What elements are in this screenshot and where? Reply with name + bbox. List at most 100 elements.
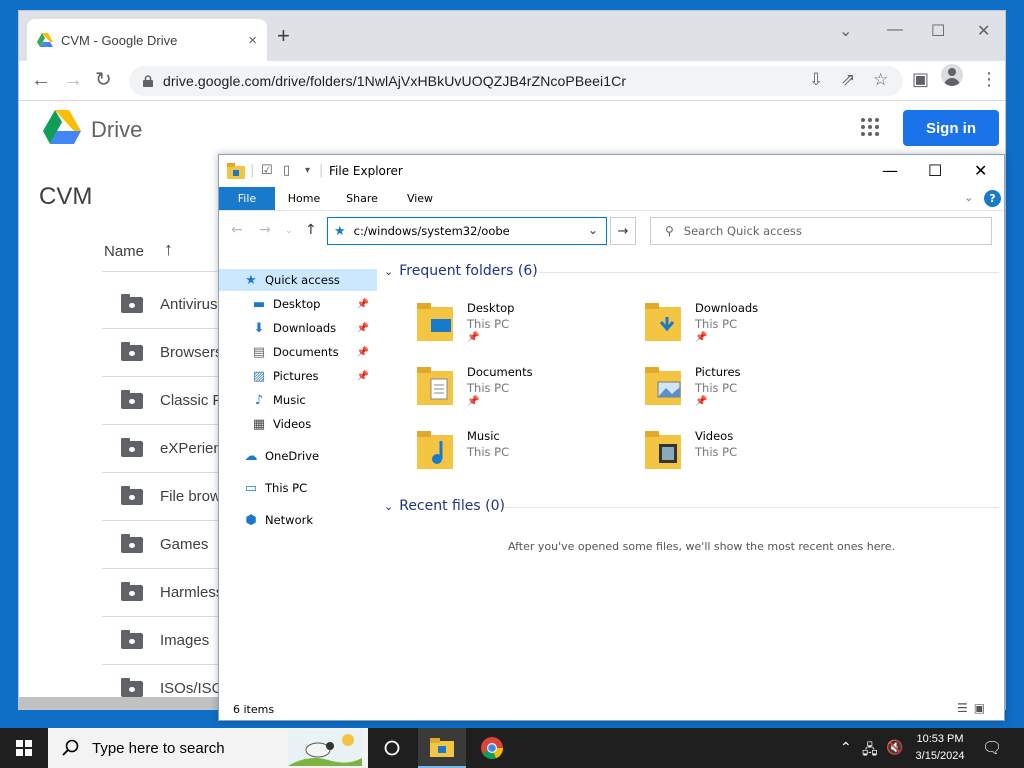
drive-folder-row[interactable]: Harmless <box>102 569 223 617</box>
network-icon: ⬢ <box>245 512 257 528</box>
forward-icon[interactable]: → <box>63 69 83 91</box>
browser-tab[interactable]: CVM - Google Drive × <box>27 19 267 61</box>
taskbar-file-explorer[interactable] <box>418 728 466 768</box>
address-text[interactable]: c:/windows/system32/oobe <box>354 224 510 238</box>
tab-file[interactable]: File <box>219 187 275 210</box>
expand-ribbon-icon[interactable]: ⌄ <box>964 191 973 204</box>
view-mode-buttons: ☰▣ <box>957 701 991 715</box>
explorer-address-field[interactable]: ★ c:/windows/system32/oobe ⌄ <box>327 217 607 245</box>
collapse-chevron-icon: ⌄ <box>384 499 394 513</box>
go-arrow-icon[interactable]: → <box>610 217 636 245</box>
minimize-icon[interactable]: — <box>887 21 903 39</box>
folder-tile-name: Documents <box>467 365 533 379</box>
folder-tile-videos[interactable]: Videos This PC <box>612 425 832 483</box>
horizontal-scrollbar[interactable] <box>19 697 219 709</box>
drive-folder-row[interactable]: eXPerien <box>102 425 222 473</box>
folder-tile-music[interactable]: Music This PC <box>384 425 604 483</box>
new-tab-button[interactable]: + <box>277 25 290 47</box>
nav-item-this-pc[interactable]: ▭ This PC <box>219 477 377 499</box>
properties-qa-icon[interactable]: ☑ <box>261 163 273 178</box>
start-button[interactable] <box>0 728 48 768</box>
nav-item-onedrive[interactable]: ☁ OneDrive <box>219 445 377 467</box>
address-dropdown-icon[interactable]: ⌄ <box>588 223 598 237</box>
task-view-button[interactable] <box>368 728 416 768</box>
explorer-search-input[interactable]: ⚲ Search Quick access <box>650 217 992 245</box>
drive-folder-row[interactable]: Images <box>102 617 222 665</box>
folder-tile-pictures[interactable]: Pictures This PC 📌 <box>612 361 832 419</box>
shared-folder-icon <box>121 582 143 601</box>
notifications-icon[interactable]: 🗨 <box>982 738 1002 758</box>
pin-icon: 📌 <box>467 396 480 407</box>
network-tray-icon[interactable]: 🖧 <box>862 739 878 763</box>
explorer-close-icon[interactable]: ✕ <box>974 161 987 180</box>
frequent-folders-header[interactable]: ⌄ Frequent folders (6) <box>384 263 538 279</box>
details-view-icon[interactable]: ☰ <box>957 701 974 715</box>
music-folder-icon <box>417 431 453 469</box>
nav-item-network[interactable]: ⬢ Network <box>219 509 377 531</box>
system-clock[interactable]: 10:53 PM 3/15/2024 <box>904 731 976 765</box>
new-folder-qa-icon[interactable]: ▯ <box>283 163 290 178</box>
tab-share[interactable]: Share <box>339 187 385 210</box>
drive-folder-row[interactable]: Classic P <box>102 377 223 425</box>
drive-folder-name: File brow <box>160 488 221 505</box>
collapse-chevron-icon: ⌄ <box>384 264 394 278</box>
explorer-forward-icon[interactable]: → <box>259 222 271 238</box>
desktop-folder-icon <box>417 303 453 341</box>
tab-home[interactable]: Home <box>281 187 327 210</box>
tab-search-icon[interactable]: ⌄ <box>839 21 852 41</box>
nav-item-quick-access[interactable]: ★ Quick access <box>219 269 377 291</box>
drive-folder-row[interactable]: Browsers <box>102 329 223 377</box>
side-panel-icon[interactable]: ▣ <box>912 69 929 90</box>
folder-tile-desktop[interactable]: Desktop This PC 📌 <box>384 297 604 355</box>
taskbar-search-box[interactable]: Type here to search <box>48 728 368 768</box>
recent-files-header[interactable]: ⌄ Recent files (0) <box>384 498 505 514</box>
clock-date: 3/15/2024 <box>915 750 965 762</box>
large-icons-view-icon[interactable]: ▣ <box>974 701 991 715</box>
folder-tile-location: This PC <box>695 445 738 459</box>
explorer-back-icon[interactable]: ← <box>231 222 243 238</box>
onedrive-icon: ☁ <box>244 448 258 464</box>
folder-tile-documents[interactable]: Documents This PC 📌 <box>384 361 604 419</box>
nav-item-documents[interactable]: ▤ Documents 📌 <box>219 341 377 363</box>
nav-item-music[interactable]: ♪ Music <box>219 389 377 411</box>
customize-qa-chevron-icon[interactable]: ▾ <box>305 165 310 176</box>
sign-in-button[interactable]: Sign in <box>903 110 999 146</box>
sort-arrow-icon[interactable]: ↑ <box>164 239 173 260</box>
apps-grid-icon[interactable] <box>861 118 879 136</box>
close-icon[interactable]: ✕ <box>977 21 990 41</box>
reload-icon[interactable]: ↻ <box>95 69 112 91</box>
nav-item-label: This PC <box>265 481 308 495</box>
address-bar[interactable]: drive.google.com/drive/folders/1NwlAjVxH… <box>129 66 903 96</box>
help-icon[interactable]: ? <box>984 190 1001 207</box>
volume-muted-icon[interactable]: 🔇 <box>886 739 903 756</box>
drive-folder-row[interactable]: Antivirus <box>102 281 222 329</box>
nav-item-desktop[interactable]: ▬ Desktop 📌 <box>219 293 377 315</box>
drive-folder-row[interactable]: File brow <box>102 473 222 521</box>
status-bar-count: 6 items <box>233 703 275 716</box>
folder-tile-downloads[interactable]: Downloads This PC 📌 <box>612 297 832 355</box>
recent-locations-icon[interactable]: ⌄ <box>285 226 293 236</box>
pictures-folder-icon <box>645 367 681 405</box>
taskbar-chrome[interactable] <box>468 728 516 768</box>
drive-folder-name: Games <box>160 536 209 553</box>
maximize-icon[interactable]: ☐ <box>931 21 945 41</box>
tab-close-icon[interactable]: × <box>248 32 257 49</box>
nav-item-downloads[interactable]: ⬇ Downloads 📌 <box>219 317 377 339</box>
install-icon[interactable]: ⇩ <box>809 70 823 90</box>
tab-view[interactable]: View <box>397 187 443 210</box>
drive-folder-row[interactable]: Games <box>102 521 222 569</box>
explorer-minimize-icon[interactable]: — <box>882 161 898 180</box>
nav-item-videos[interactable]: ▦ Videos <box>219 413 377 435</box>
show-hidden-icons-chevron-icon[interactable]: ⌃ <box>840 739 852 756</box>
explorer-maximize-icon[interactable]: ☐ <box>928 161 942 180</box>
nav-item-pictures[interactable]: ▨ Pictures 📌 <box>219 365 377 387</box>
menu-kebab-icon[interactable]: ⋮ <box>980 69 998 90</box>
pin-icon: 📌 <box>356 298 369 310</box>
bookmark-star-icon[interactable]: ☆ <box>873 70 888 90</box>
share-icon[interactable]: ⇗ <box>841 70 855 90</box>
folder-tile-location: This PC <box>467 381 510 395</box>
name-column-header[interactable]: Name <box>104 243 144 260</box>
profile-avatar-icon[interactable] <box>941 64 963 86</box>
back-icon[interactable]: ← <box>31 69 51 91</box>
up-icon[interactable]: ↑ <box>305 222 317 238</box>
